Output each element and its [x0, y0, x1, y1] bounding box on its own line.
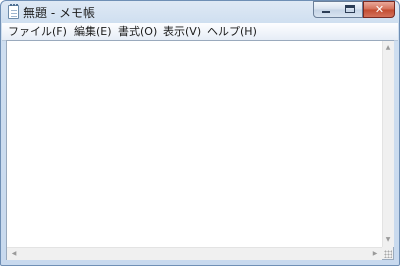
text-editor[interactable]: ▲ ▼ ◀ ▶ — [6, 40, 394, 260]
minimize-button[interactable] — [313, 1, 339, 18]
scroll-up-icon[interactable]: ▲ — [383, 44, 393, 52]
horizontal-scrollbar[interactable]: ◀ ▶ — [7, 247, 382, 260]
title-bar[interactable]: 無題 - メモ帳 ✕ — [1, 1, 399, 23]
window-title: 無題 - メモ帳 — [23, 6, 95, 20]
close-button[interactable]: ✕ — [363, 1, 395, 18]
vertical-scrollbar[interactable]: ▲ ▼ — [382, 41, 394, 247]
menu-bar: ファイル(F) 編集(E) 書式(O) 表示(V) ヘルプ(H) — [2, 23, 398, 41]
menu-view[interactable]: 表示(V) — [163, 24, 201, 39]
menu-file[interactable]: ファイル(F) — [8, 24, 67, 39]
minimize-icon — [322, 11, 330, 13]
maximize-icon — [345, 5, 355, 13]
notepad-window: 無題 - メモ帳 ✕ ファイル(F) 編集(E) 書式(O) 表示(V) ヘルプ… — [0, 0, 400, 266]
menu-edit[interactable]: 編集(E) — [74, 24, 112, 39]
menu-help[interactable]: ヘルプ(H) — [207, 24, 257, 39]
resize-grip[interactable] — [382, 247, 393, 259]
scroll-left-icon[interactable]: ◀ — [9, 250, 19, 258]
notepad-icon[interactable] — [8, 4, 19, 19]
grip-icon — [384, 250, 392, 258]
close-icon: ✕ — [374, 3, 385, 16]
window-controls: ✕ — [313, 1, 395, 19]
menu-format[interactable]: 書式(O) — [118, 24, 157, 39]
maximize-button[interactable] — [338, 1, 363, 18]
scroll-down-icon[interactable]: ▼ — [383, 236, 393, 244]
scroll-right-icon[interactable]: ▶ — [370, 250, 380, 258]
